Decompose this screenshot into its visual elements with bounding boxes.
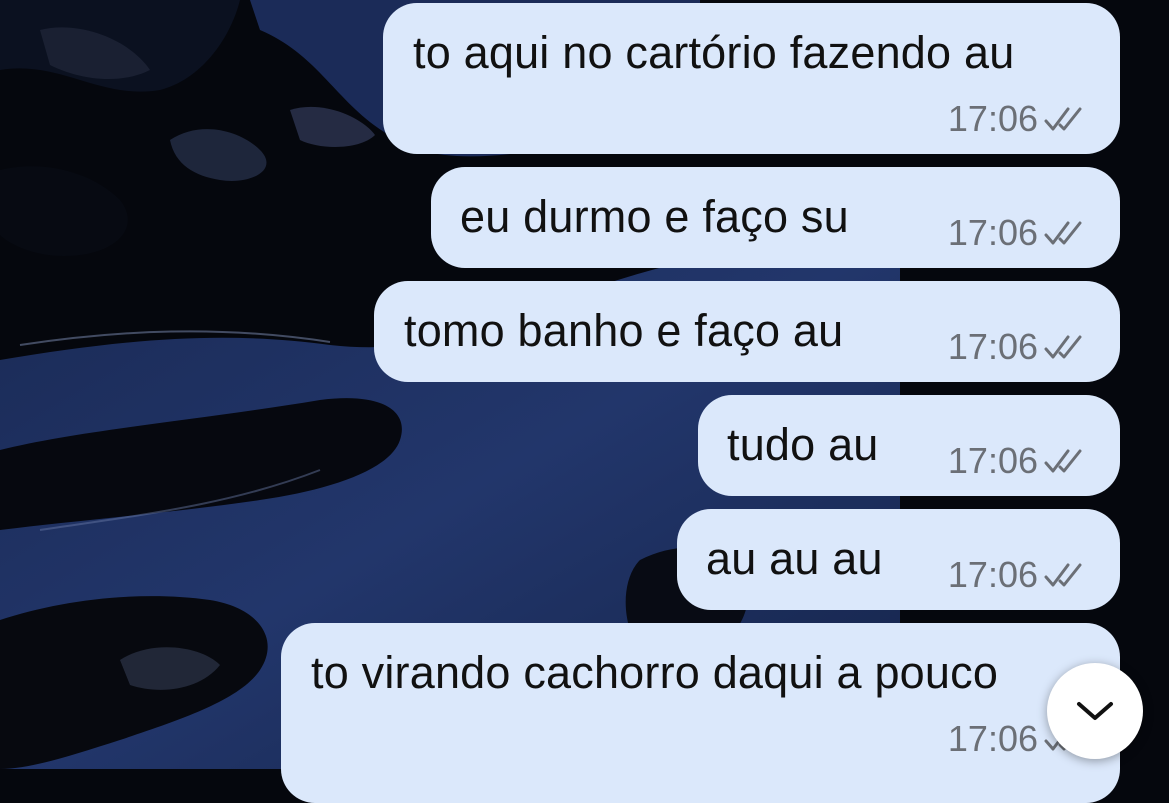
message-text: au au au — [706, 533, 883, 584]
message-text: tomo banho e faço au — [404, 305, 844, 356]
message-meta: 17:06 — [948, 555, 1090, 595]
message-text: to virando cachorro daqui a pouco — [311, 647, 999, 698]
message-time: 17:06 — [947, 326, 1038, 367]
message-time: 17:06 — [947, 440, 1038, 481]
scroll-to-bottom-button[interactable] — [1047, 663, 1143, 759]
message-bubble[interactable]: tomo banho e faço au 17:06 — [374, 281, 1120, 382]
message-bubble[interactable]: to aqui no cartório fazendo au 17:06 — [383, 3, 1120, 154]
double-check-icon — [1044, 447, 1090, 475]
double-check-icon — [1044, 333, 1090, 361]
double-check-icon — [1044, 219, 1090, 247]
message-text: to aqui no cartório fazendo au — [413, 27, 1015, 78]
message-bubble[interactable]: to virando cachorro daqui a pouco 17:06 — [281, 623, 1120, 803]
message-time: 17:06 — [947, 212, 1038, 253]
message-text: tudo au — [727, 419, 879, 470]
message-time: 17:06 — [947, 554, 1038, 595]
message-meta: 17:06 — [948, 327, 1090, 367]
message-meta: 17:06 — [948, 99, 1090, 139]
chevron-down-icon — [1075, 699, 1115, 723]
double-check-icon — [1044, 561, 1090, 589]
message-bubble[interactable]: eu durmo e faço su 17:06 — [431, 167, 1120, 268]
message-time: 17:06 — [947, 98, 1038, 139]
message-meta: 17:06 — [948, 441, 1090, 481]
double-check-icon — [1044, 105, 1090, 133]
message-meta: 17:06 — [948, 213, 1090, 253]
message-text: eu durmo e faço su — [460, 191, 849, 242]
message-time: 17:06 — [947, 718, 1038, 759]
message-bubble[interactable]: tudo au 17:06 — [698, 395, 1120, 496]
message-bubble[interactable]: au au au 17:06 — [677, 509, 1120, 610]
